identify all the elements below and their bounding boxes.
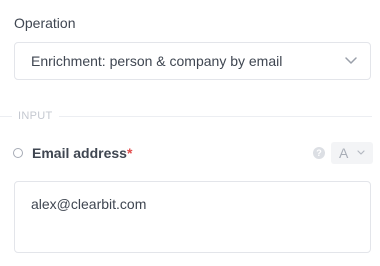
chevron-down-icon bbox=[357, 150, 365, 155]
section-title: INPUT bbox=[18, 110, 53, 122]
operation-select[interactable]: Enrichment: person & company by email bbox=[14, 42, 371, 80]
required-marker: * bbox=[126, 145, 133, 161]
email-field-header: Email address* ? A bbox=[12, 142, 373, 164]
radio-icon[interactable] bbox=[13, 148, 23, 158]
input-section-divider: INPUT bbox=[0, 111, 372, 122]
chevron-down-icon bbox=[345, 57, 357, 64]
type-selector[interactable]: A bbox=[331, 142, 373, 164]
divider-line-right bbox=[58, 116, 372, 117]
divider-line-left bbox=[0, 116, 12, 117]
help-icon[interactable]: ? bbox=[313, 147, 325, 159]
email-input[interactable]: alex@clearbit.com bbox=[14, 181, 371, 253]
operation-label: Operation bbox=[14, 15, 76, 31]
field-label: Email address* bbox=[32, 145, 132, 161]
operation-select-value: Enrichment: person & company by email bbox=[31, 53, 283, 69]
type-indicator: A bbox=[339, 145, 349, 161]
email-label-text: Email address bbox=[32, 145, 127, 161]
email-input-value: alex@clearbit.com bbox=[31, 196, 147, 212]
